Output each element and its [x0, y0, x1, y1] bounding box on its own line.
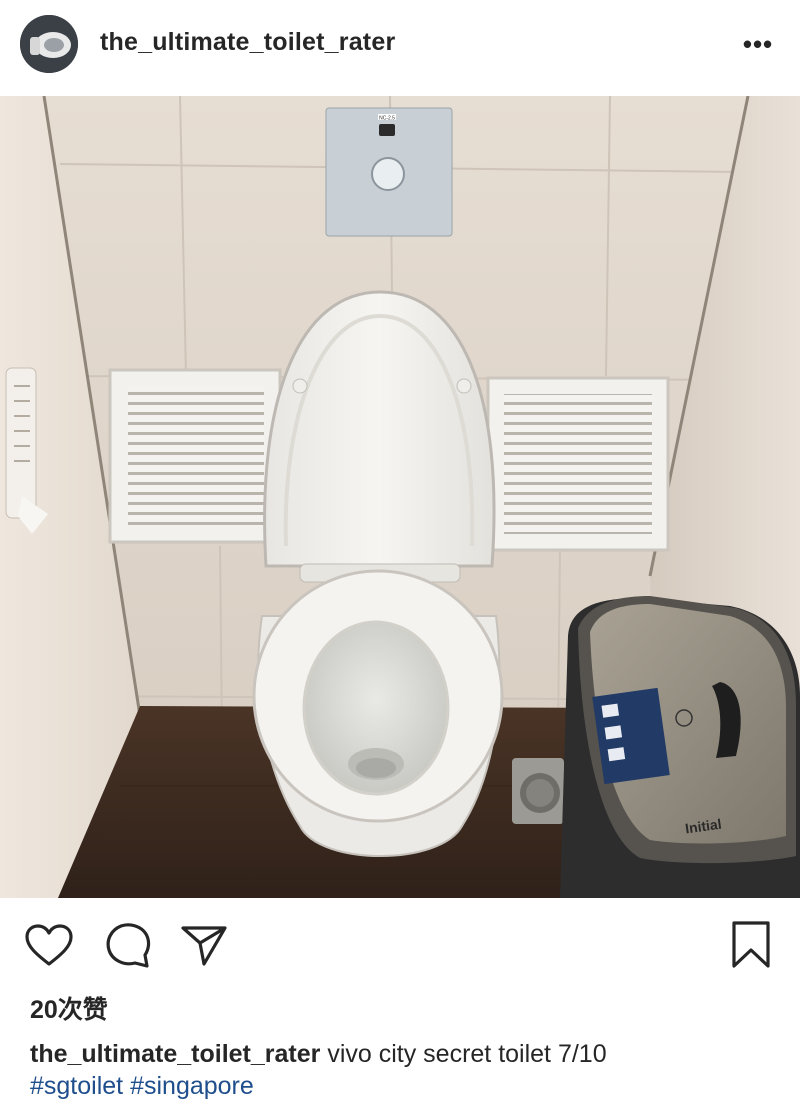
paper-plane-icon[interactable]: [180, 924, 228, 966]
post-header: the_ultimate_toilet_rater •••: [0, 0, 800, 96]
caption-username[interactable]: the_ultimate_toilet_rater: [30, 1040, 320, 1068]
caption-text: vivo city secret toilet 7/10: [320, 1040, 607, 1068]
post-caption: the_ultimate_toilet_rater vivo city secr…: [30, 1038, 770, 1102]
flush-plate-label: NC-2.5: [379, 116, 395, 122]
bookmark-icon[interactable]: [730, 920, 772, 970]
post-photo[interactable]: NC-2.5 Initial: [0, 96, 800, 898]
avatar[interactable]: [20, 15, 78, 73]
likes-count[interactable]: 20次赞: [30, 990, 108, 1026]
toilet-avatar-icon: [20, 15, 78, 73]
post-username[interactable]: the_ultimate_toilet_rater: [100, 28, 395, 57]
more-dots-icon[interactable]: •••: [738, 30, 778, 58]
hashtag-singapore[interactable]: #singapore: [130, 1072, 254, 1100]
post-actions: [0, 898, 800, 988]
heart-icon[interactable]: [24, 924, 74, 968]
comment-bubble-icon[interactable]: [104, 922, 152, 968]
hashtag-sgtoilet[interactable]: #sgtoilet: [30, 1072, 123, 1100]
